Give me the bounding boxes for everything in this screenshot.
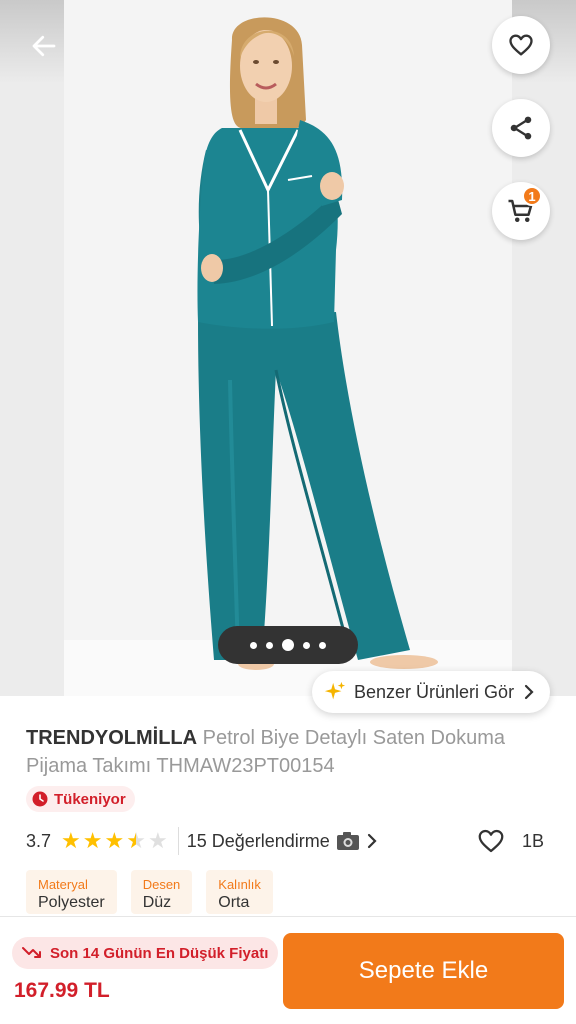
product-price: 167.99 TL	[14, 979, 110, 1002]
camera-icon	[336, 832, 359, 850]
rating-stars: ★ ★ ★ ★ ★	[61, 830, 168, 852]
reviews-link[interactable]: 15 Değerlendirme	[187, 831, 378, 852]
rating-value: 3.7	[26, 830, 52, 851]
gallery-pager[interactable]	[218, 626, 358, 664]
favorites-counter[interactable]: 1B	[476, 826, 544, 856]
clock-icon	[32, 791, 48, 807]
similar-products-label: Benzer Ürünleri Gör	[354, 681, 515, 702]
stock-status-label: Tükeniyor	[54, 790, 126, 808]
stock-status-badge: Tükeniyor	[26, 786, 135, 812]
attribute-name: Kalınlık	[218, 877, 261, 892]
bottom-purchase-bar: Son 14 Günün En Düşük Fiyatı 167.99 TL S…	[0, 916, 576, 1024]
attribute-value: Orta	[218, 894, 250, 911]
attribute-name: Materyal	[38, 877, 88, 892]
product-image-gallery[interactable]: 1	[0, 0, 576, 696]
pager-dot[interactable]	[319, 641, 326, 649]
star-full-icon: ★	[82, 828, 103, 853]
trend-down-icon	[22, 947, 41, 958]
pager-dot[interactable]	[266, 641, 273, 649]
rating-row: 3.7 ★ ★ ★ ★ ★ 15 Değerlendirme 1B	[26, 826, 556, 856]
arrow-left-icon	[32, 35, 56, 57]
sparkle-icon	[324, 681, 346, 700]
attribute-value: Polyester	[38, 894, 105, 911]
share-icon	[510, 116, 532, 140]
product-detail-screen: 1 Benzer Ürünleri Gör TRENDYOLMİLLA Petr…	[0, 0, 576, 1024]
attributes-list: Materyal Polyester Desen Düz Kalınlık Or…	[26, 870, 273, 914]
lowest-price-badge: Son 14 Günün En Düşük Fiyatı	[12, 937, 279, 969]
star-full-icon: ★	[104, 828, 125, 853]
cart-button[interactable]: 1	[492, 182, 550, 240]
share-button[interactable]	[492, 99, 550, 157]
lowest-price-label: Son 14 Günün En Düşük Fiyatı	[50, 944, 269, 962]
attribute-chip: Desen Düz	[130, 870, 193, 914]
attribute-name: Desen	[142, 877, 181, 892]
attribute-chip: Kalınlık Orta	[206, 870, 273, 914]
attribute-chip: Materyal Polyester	[26, 870, 117, 914]
pager-dot-active[interactable]	[282, 639, 294, 651]
attribute-value: Düz	[142, 894, 172, 911]
cart-count-badge: 1	[522, 186, 542, 206]
heart-outline-icon	[478, 829, 504, 853]
back-button[interactable]	[22, 24, 66, 68]
heart-outline-icon	[509, 34, 533, 56]
similar-products-button[interactable]: Benzer Ürünleri Gör	[312, 671, 550, 713]
star-empty-icon: ★	[147, 828, 168, 853]
favorite-button[interactable]	[492, 16, 550, 74]
star-full-icon: ★	[61, 828, 81, 853]
brand-name[interactable]: TRENDYOLMİLLA	[26, 727, 197, 749]
divider	[177, 827, 179, 855]
pager-dot[interactable]	[303, 641, 310, 649]
chevron-right-icon	[524, 684, 534, 700]
favorites-count: 1B	[521, 830, 544, 851]
chevron-right-icon	[367, 833, 377, 849]
product-title: TRENDYOLMİLLA Petrol Biye Detaylı Saten …	[26, 724, 556, 780]
pager-dot[interactable]	[250, 641, 257, 649]
add-to-cart-button[interactable]: Sepete Ekle	[283, 933, 564, 1009]
reviews-label: 15 Değerlendirme	[186, 830, 330, 851]
star-half-icon: ★	[126, 828, 146, 853]
product-photo	[197, 17, 438, 670]
